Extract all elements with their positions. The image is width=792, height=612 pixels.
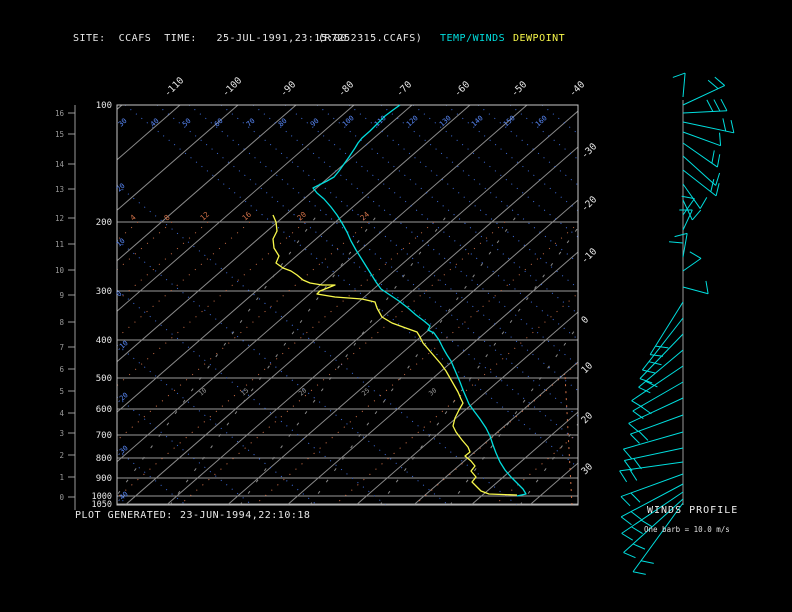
svg-text:-50: -50	[509, 79, 529, 99]
svg-text:120: 120	[405, 114, 420, 128]
svg-text:24: 24	[358, 209, 371, 222]
svg-text:6: 6	[59, 365, 64, 374]
svg-text:-40: -40	[567, 79, 587, 99]
svg-text:12: 12	[198, 210, 211, 223]
svg-text:16: 16	[55, 109, 65, 118]
isotherm-labels-top: -110 -100 -90 -80 -70 -60 -50 -40	[162, 75, 587, 99]
isotherm-labels-right: -30 -20 -10 0 10 20 30	[579, 141, 599, 477]
svg-text:-90: -90	[278, 79, 298, 99]
svg-text:9: 9	[59, 291, 64, 300]
svg-text:-10: -10	[579, 246, 599, 266]
svg-text:-60: -60	[452, 79, 472, 99]
svg-text:15: 15	[55, 130, 64, 139]
svg-text:8: 8	[59, 318, 64, 327]
svg-text:600: 600	[96, 405, 112, 415]
svg-text:160: 160	[534, 114, 549, 128]
svg-text:7: 7	[59, 343, 64, 352]
svg-text:140: 140	[470, 114, 485, 128]
skewt-app-window: SITE: CCAFS TIME: 25-JUL-1991,23:15:00 (…	[0, 0, 792, 612]
svg-text:70: 70	[245, 117, 257, 129]
svg-text:0: 0	[59, 493, 64, 502]
svg-text:-110: -110	[162, 75, 186, 99]
svg-text:-30: -30	[579, 141, 599, 161]
svg-text:20: 20	[579, 410, 595, 426]
svg-text:400: 400	[96, 336, 112, 346]
svg-text:11: 11	[55, 240, 64, 249]
footer-plot-generated-label: PLOT GENERATED:	[75, 510, 173, 521]
svg-text:40: 40	[149, 117, 161, 129]
svg-text:700: 700	[96, 431, 112, 441]
svg-text:130: 130	[438, 114, 453, 128]
svg-text:5: 5	[59, 387, 64, 396]
svg-text:900: 900	[96, 474, 112, 484]
svg-text:16: 16	[240, 209, 253, 222]
svg-text:300: 300	[96, 287, 112, 297]
svg-text:100: 100	[96, 101, 112, 111]
svg-text:30: 30	[427, 386, 438, 397]
footer-plot-generated-value: 23-JUN-1994,22:10:18	[180, 510, 311, 521]
svg-text:500: 500	[96, 374, 112, 384]
svg-text:4: 4	[128, 212, 138, 222]
svg-text:12: 12	[55, 214, 64, 223]
winds-profile-title: WINDS PROFILE	[647, 505, 739, 516]
svg-text:1050: 1050	[92, 500, 112, 510]
svg-text:-20: -20	[579, 194, 599, 214]
height-scale: 012345678910111213141516	[55, 105, 76, 510]
svg-text:3: 3	[59, 429, 64, 438]
moist-adiabat-labels: 10 15 20 25 30	[197, 386, 438, 397]
svg-text:0: 0	[579, 314, 591, 326]
temperature-curve	[312, 104, 527, 497]
svg-text:800: 800	[96, 454, 112, 464]
svg-text:1: 1	[59, 473, 64, 482]
mixing-ratio-lines	[117, 221, 578, 505]
pressure-axis-labels: 10020030040050060070080090010001050	[92, 101, 112, 510]
svg-text:80: 80	[277, 117, 289, 129]
svg-text:90: 90	[309, 117, 321, 129]
svg-text:30: 30	[579, 461, 595, 477]
svg-text:-70: -70	[394, 79, 414, 99]
dry-adiabat-labels: 30 40 50 60 70 80 90 100 110 120 130 140 150 16020100…	[115, 114, 549, 504]
plot-frame	[116, 104, 579, 506]
wind-profile	[619, 72, 735, 575]
svg-text:200: 200	[96, 218, 112, 228]
svg-text:4: 4	[59, 409, 64, 418]
svg-text:100: 100	[341, 114, 356, 128]
svg-text:20: 20	[295, 209, 308, 222]
dewpoint-curve	[272, 214, 518, 496]
svg-text:-80: -80	[336, 79, 356, 99]
svg-text:10: 10	[55, 266, 65, 275]
svg-text:-100: -100	[220, 75, 244, 99]
svg-text:14: 14	[55, 160, 65, 169]
svg-text:20: 20	[297, 386, 308, 397]
svg-text:10: 10	[197, 386, 208, 397]
svg-text:50: 50	[181, 117, 193, 129]
svg-text:2: 2	[59, 451, 64, 460]
svg-text:13: 13	[55, 185, 64, 194]
svg-text:10: 10	[579, 360, 595, 376]
winds-profile-legend: One barb = 10.0 m/s	[644, 525, 730, 534]
svg-text:30: 30	[117, 117, 129, 129]
